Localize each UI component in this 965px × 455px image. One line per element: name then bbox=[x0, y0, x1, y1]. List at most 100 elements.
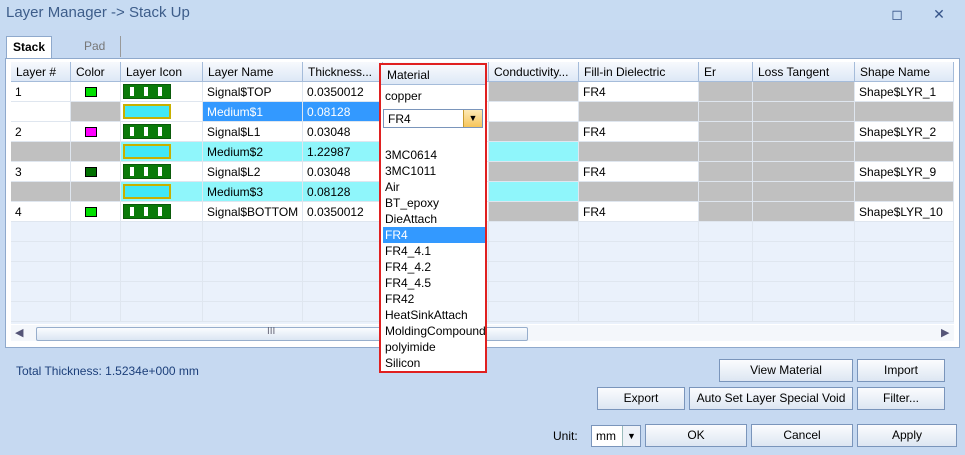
table-cell[interactable] bbox=[699, 142, 753, 162]
material-option[interactable]: Air bbox=[383, 179, 485, 195]
table-cell[interactable] bbox=[121, 182, 203, 202]
table-cell[interactable]: 0.08128 bbox=[303, 182, 383, 202]
table-cell[interactable] bbox=[699, 82, 753, 102]
table-cell[interactable]: FR4 bbox=[579, 162, 699, 182]
table-cell[interactable] bbox=[753, 162, 855, 182]
auto-set-layer-special-void-button[interactable]: Auto Set Layer Special Void bbox=[689, 387, 853, 410]
scroll-left-icon[interactable]: ◀ bbox=[15, 325, 23, 341]
material-option[interactable]: BT_epoxy bbox=[383, 195, 485, 211]
table-cell[interactable] bbox=[855, 102, 954, 122]
column-header[interactable]: Layer Name bbox=[203, 62, 303, 82]
table-cell[interactable] bbox=[121, 162, 203, 182]
column-header[interactable]: Layer Icon bbox=[121, 62, 203, 82]
table-cell[interactable] bbox=[753, 82, 855, 102]
table-cell[interactable]: 2 bbox=[11, 122, 71, 142]
unit-select[interactable]: mm ▼ bbox=[591, 425, 641, 447]
scroll-right-icon[interactable]: ▶ bbox=[941, 325, 949, 341]
table-cell[interactable] bbox=[121, 142, 203, 162]
table-cell[interactable] bbox=[753, 182, 855, 202]
material-option[interactable]: FR4 bbox=[383, 227, 485, 243]
table-cell[interactable] bbox=[11, 142, 71, 162]
chevron-down-icon[interactable]: ▼ bbox=[463, 110, 482, 127]
table-cell[interactable] bbox=[71, 162, 121, 182]
tab-pad-stack[interactable]: Pad Stack bbox=[78, 36, 122, 74]
table-cell[interactable]: Signal$L2 bbox=[203, 162, 303, 182]
table-cell[interactable] bbox=[71, 82, 121, 102]
column-header[interactable]: Shape Name bbox=[855, 62, 954, 82]
table-cell[interactable] bbox=[489, 82, 579, 102]
table-cell[interactable]: Shape$LYR_10 bbox=[855, 202, 954, 222]
chevron-down-icon[interactable]: ▼ bbox=[622, 426, 640, 446]
material-option[interactable]: FR4_4.2 bbox=[383, 259, 485, 275]
table-cell[interactable] bbox=[71, 202, 121, 222]
column-header[interactable]: Color bbox=[71, 62, 121, 82]
close-icon[interactable]: ✕ bbox=[928, 4, 950, 24]
table-cell[interactable]: 0.0350012 bbox=[303, 82, 383, 102]
table-cell[interactable] bbox=[489, 142, 579, 162]
material-option[interactable]: Silicon bbox=[383, 355, 485, 371]
table-cell[interactable]: Shape$LYR_9 bbox=[855, 162, 954, 182]
table-cell[interactable] bbox=[579, 182, 699, 202]
table-cell[interactable] bbox=[753, 202, 855, 222]
table-cell[interactable]: 0.03048 bbox=[303, 162, 383, 182]
table-cell[interactable] bbox=[699, 162, 753, 182]
table-cell[interactable]: Shape$LYR_2 bbox=[855, 122, 954, 142]
table-cell[interactable]: Medium$1 bbox=[203, 102, 303, 122]
table-cell[interactable] bbox=[579, 102, 699, 122]
material-combo[interactable]: FR4 ▼ bbox=[383, 109, 483, 128]
material-option[interactable]: polyimide bbox=[383, 339, 485, 355]
table-cell[interactable]: 0.08128 bbox=[303, 102, 383, 122]
table-cell[interactable] bbox=[489, 102, 579, 122]
table-cell[interactable]: 4 bbox=[11, 202, 71, 222]
apply-button[interactable]: Apply bbox=[857, 424, 957, 447]
table-cell[interactable] bbox=[753, 122, 855, 142]
material-option[interactable]: MoldingCompound bbox=[383, 323, 485, 339]
material-option[interactable]: HeatSinkAttach bbox=[383, 307, 485, 323]
material-option[interactable]: DieAttach bbox=[383, 211, 485, 227]
export-button[interactable]: Export bbox=[597, 387, 685, 410]
table-cell[interactable]: 0.0350012 bbox=[303, 202, 383, 222]
table-cell[interactable] bbox=[855, 182, 954, 202]
table-cell[interactable]: FR4 bbox=[579, 122, 699, 142]
table-cell[interactable]: Medium$2 bbox=[203, 142, 303, 162]
table-cell[interactable]: Signal$TOP bbox=[203, 82, 303, 102]
table-cell[interactable] bbox=[71, 142, 121, 162]
cancel-button[interactable]: Cancel bbox=[751, 424, 853, 447]
table-cell[interactable] bbox=[71, 102, 121, 122]
color-swatch[interactable] bbox=[85, 207, 97, 217]
table-cell[interactable] bbox=[121, 82, 203, 102]
table-cell[interactable]: FR4 bbox=[579, 202, 699, 222]
material-option[interactable]: 3MC0614 bbox=[383, 147, 485, 163]
column-header[interactable]: Layer # bbox=[11, 62, 71, 82]
color-swatch[interactable] bbox=[85, 127, 97, 137]
filter-button[interactable]: Filter... bbox=[857, 387, 945, 410]
table-cell[interactable] bbox=[121, 202, 203, 222]
table-cell[interactable]: 1.22987 bbox=[303, 142, 383, 162]
column-header[interactable]: Fill-in Dielectric bbox=[579, 62, 699, 82]
color-swatch[interactable] bbox=[85, 167, 97, 177]
column-header[interactable]: Er bbox=[699, 62, 753, 82]
table-cell[interactable] bbox=[489, 122, 579, 142]
table-cell[interactable]: 1 bbox=[11, 82, 71, 102]
table-cell[interactable]: Signal$L1 bbox=[203, 122, 303, 142]
table-cell[interactable] bbox=[699, 202, 753, 222]
table-cell[interactable] bbox=[489, 202, 579, 222]
table-cell[interactable] bbox=[753, 142, 855, 162]
table-cell[interactable] bbox=[489, 162, 579, 182]
column-header[interactable]: Thickness... bbox=[303, 62, 383, 82]
table-cell[interactable]: FR4 bbox=[579, 82, 699, 102]
table-cell[interactable] bbox=[855, 142, 954, 162]
column-header[interactable]: Conductivity... bbox=[489, 62, 579, 82]
material-option[interactable]: FR42 bbox=[383, 291, 485, 307]
table-cell[interactable] bbox=[699, 122, 753, 142]
table-cell[interactable] bbox=[71, 122, 121, 142]
table-cell[interactable]: Shape$LYR_1 bbox=[855, 82, 954, 102]
table-cell[interactable] bbox=[11, 102, 71, 122]
material-option[interactable]: FR4_4.1 bbox=[383, 243, 485, 259]
table-cell[interactable] bbox=[11, 182, 71, 202]
table-cell[interactable]: Medium$3 bbox=[203, 182, 303, 202]
column-header[interactable]: Loss Tangent bbox=[753, 62, 855, 82]
table-cell[interactable] bbox=[121, 102, 203, 122]
ok-button[interactable]: OK bbox=[645, 424, 747, 447]
import-button[interactable]: Import bbox=[857, 359, 945, 382]
